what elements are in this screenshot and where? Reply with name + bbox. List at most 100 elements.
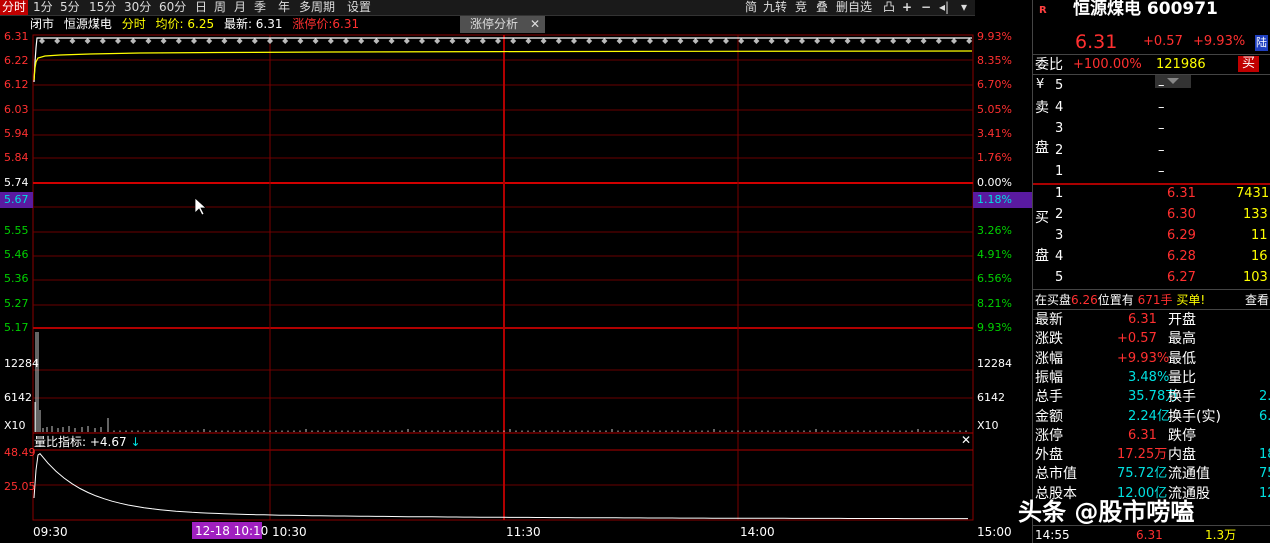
stat-value: 12. bbox=[1259, 485, 1270, 501]
sell-price[interactable]: – bbox=[1158, 100, 1165, 116]
limit-marker bbox=[449, 38, 456, 44]
view-link[interactable]: 查看 bbox=[1245, 292, 1269, 308]
limit-marker bbox=[419, 38, 425, 44]
quote-panel: R 恒源煤电 600971 6.31 +0.57 +9.93% 陆 委比 +10… bbox=[1032, 0, 1270, 543]
limit-marker bbox=[616, 38, 623, 44]
price-tick: 5.55 bbox=[4, 224, 29, 237]
close-icon[interactable]: ✕ bbox=[961, 433, 971, 447]
limit-marker bbox=[312, 38, 319, 44]
stat-label: 换手 bbox=[1168, 389, 1196, 406]
limit-marker bbox=[540, 38, 547, 44]
stat-value: 6. bbox=[1259, 408, 1270, 424]
sell-price[interactable]: – bbox=[1158, 164, 1165, 180]
order-ratio: +100.00% bbox=[1073, 57, 1142, 72]
watermark-text: 头条 @股市唠嗑 bbox=[1018, 498, 1195, 526]
buy-volume: 16 bbox=[1251, 249, 1268, 264]
stat-value: +0.57 bbox=[1117, 331, 1157, 347]
limit-marker bbox=[130, 38, 137, 44]
limit-markers bbox=[39, 38, 973, 44]
buy-volume: 103 bbox=[1243, 270, 1268, 285]
stat-label: 最新 bbox=[1035, 312, 1063, 328]
limit-marker bbox=[403, 38, 410, 44]
pct-tick: 9.93% bbox=[977, 321, 1012, 334]
limit-marker bbox=[343, 38, 349, 44]
price-tick-cursor: 5.67 bbox=[4, 193, 29, 206]
price-tick: 5.94 bbox=[4, 127, 29, 140]
sell-level: 5 bbox=[1055, 78, 1064, 93]
stock-title: 恒源煤电 600971 bbox=[1073, 0, 1218, 19]
buy-price[interactable]: 6.31 bbox=[1167, 186, 1196, 202]
buy-price[interactable]: 6.29 bbox=[1167, 228, 1196, 244]
stat-label: 外盘 bbox=[1035, 447, 1063, 464]
buy-price[interactable]: 6.28 bbox=[1167, 249, 1196, 265]
limit-marker bbox=[647, 38, 653, 44]
limit-marker bbox=[631, 38, 638, 44]
limit-marker bbox=[875, 38, 881, 44]
limit-marker bbox=[388, 38, 395, 44]
sell-side-label: 卖 bbox=[1035, 100, 1049, 116]
limit-marker bbox=[358, 38, 365, 44]
sell-side-label: 盘 bbox=[1035, 140, 1049, 156]
sell-level: 3 bbox=[1055, 121, 1064, 136]
volume-tick: 12284 bbox=[977, 357, 1012, 370]
limit-marker bbox=[844, 38, 851, 44]
limit-marker bbox=[297, 38, 304, 44]
buy-side-label: 盘 bbox=[1035, 248, 1049, 264]
buy-level: 5 bbox=[1055, 270, 1064, 285]
limit-marker bbox=[753, 38, 760, 44]
limit-marker bbox=[373, 38, 380, 44]
pct-tick: 1.76% bbox=[977, 151, 1012, 164]
stat-value: 17.25万 bbox=[1117, 447, 1168, 463]
shanghai-connect-badge: 陆 bbox=[1255, 35, 1268, 51]
buy-button[interactable]: 买 bbox=[1238, 56, 1260, 72]
indicator-tick: 48.49 bbox=[4, 446, 36, 459]
time-tick: 14:00 bbox=[740, 525, 775, 539]
limit-marker bbox=[768, 38, 775, 44]
stat-label: 量比 bbox=[1168, 369, 1196, 386]
price-tick: 6.12 bbox=[4, 78, 29, 91]
stat-label: 总手 bbox=[1035, 389, 1063, 406]
indicator-label[interactable]: 量比指标: +4.67 bbox=[34, 435, 127, 449]
price-tick: 5.17 bbox=[4, 321, 29, 334]
indicator-header: 量比指标: +4.67 ↓ bbox=[34, 435, 141, 449]
pct-tick: 0.00% bbox=[977, 176, 1012, 189]
big-order-notice[interactable]: 在买盘6.26位置有 671手 买单! bbox=[1035, 292, 1205, 308]
stat-value: 75. bbox=[1259, 466, 1270, 482]
price-tick: 5.36 bbox=[4, 272, 29, 285]
pct-tick-cursor: 1.18% bbox=[977, 193, 1012, 206]
sell-level: 1 bbox=[1055, 164, 1064, 179]
stat-value: +9.93% bbox=[1117, 350, 1170, 366]
price-tick: 5.84 bbox=[4, 151, 29, 164]
limit-marker bbox=[829, 38, 836, 44]
price-tick: 6.03 bbox=[4, 103, 29, 116]
buy-level: 3 bbox=[1055, 228, 1064, 243]
buy-price[interactable]: 6.30 bbox=[1167, 207, 1196, 223]
limit-marker bbox=[175, 38, 182, 44]
limit-marker bbox=[601, 38, 608, 44]
limit-marker bbox=[890, 38, 897, 44]
sell-price[interactable]: – bbox=[1158, 121, 1165, 137]
time-tick: 10:30 bbox=[272, 525, 307, 539]
sell-price[interactable]: – bbox=[1158, 143, 1165, 159]
pct-tick: 6.70% bbox=[977, 78, 1012, 91]
stat-label: 金额 bbox=[1035, 408, 1063, 425]
volume-tick: 12284 bbox=[4, 357, 39, 370]
pct-tick: 8.21% bbox=[977, 297, 1012, 310]
stat-label: 最低 bbox=[1168, 350, 1196, 367]
limit-marker bbox=[920, 38, 927, 44]
volume-tick: 6142 bbox=[4, 391, 32, 404]
order-diff: 121986 bbox=[1156, 57, 1206, 72]
intraday-chart bbox=[0, 34, 1032, 539]
stat-label: 总市值 bbox=[1035, 466, 1077, 483]
limit-marker bbox=[723, 38, 729, 44]
limit-marker bbox=[221, 38, 228, 44]
tick-volume: 1.3万 bbox=[1205, 528, 1237, 542]
buy-side-label: 买 bbox=[1035, 210, 1049, 226]
stat-label: 跌停 bbox=[1168, 427, 1196, 444]
limit-marker bbox=[905, 38, 912, 44]
sell-price[interactable]: – bbox=[1158, 78, 1165, 94]
buy-price[interactable]: 6.27 bbox=[1167, 270, 1196, 286]
stat-value: 2. bbox=[1259, 389, 1270, 405]
volume-ratio-line bbox=[33, 453, 968, 520]
volume-bars bbox=[34, 332, 967, 432]
